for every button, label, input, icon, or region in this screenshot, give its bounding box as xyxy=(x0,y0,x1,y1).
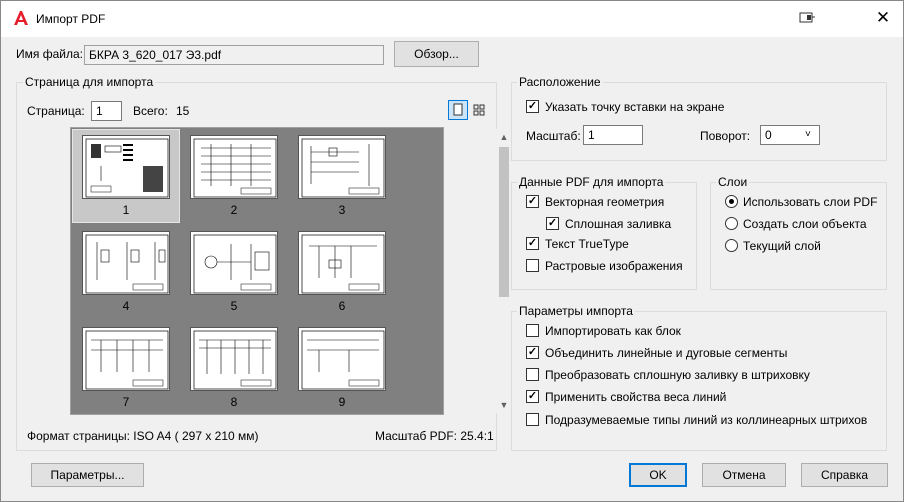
page-thumbnail[interactable] xyxy=(190,327,278,391)
thumbnail-number: 2 xyxy=(230,203,238,217)
rotation-select[interactable]: 0 ˅ xyxy=(760,125,820,145)
page-group-title: Страница для импорта xyxy=(23,75,156,89)
rotation-label: Поворот: xyxy=(700,129,751,143)
page-label: Страница: xyxy=(27,104,85,118)
grid-view-button[interactable] xyxy=(469,100,489,120)
window-pin-icon[interactable] xyxy=(799,12,815,24)
lineweight-checkbox[interactable]: ✓ xyxy=(526,390,539,403)
window-title: Импорт PDF xyxy=(36,12,106,26)
browse-button[interactable]: Обзор... xyxy=(394,41,479,67)
rotation-value: 0 xyxy=(765,128,772,142)
use-pdf-layers-radio[interactable] xyxy=(725,195,738,208)
thumbnail-number: 9 xyxy=(338,395,346,409)
grid-view-icon xyxy=(473,104,485,116)
create-object-layers-label: Создать слои объекта xyxy=(743,217,867,231)
scale-label: Масштаб: xyxy=(526,129,581,143)
thumbnail-scrollbar[interactable]: ▲ ▼ xyxy=(496,129,512,413)
current-layer-label: Текущий слой xyxy=(743,239,821,253)
page-thumbnail[interactable] xyxy=(298,135,386,199)
total-label: Всего: xyxy=(133,104,168,118)
ok-button[interactable]: OK xyxy=(629,463,687,487)
scroll-down-icon[interactable]: ▼ xyxy=(499,400,509,410)
truetype-checkbox[interactable]: ✓ xyxy=(526,237,539,250)
thumbnail-number: 8 xyxy=(230,395,238,409)
help-button[interactable]: Справка xyxy=(801,463,888,487)
vector-geometry-label: Векторная геометрия xyxy=(545,195,665,209)
thumbnail-number: 5 xyxy=(230,299,238,313)
scroll-up-icon[interactable]: ▲ xyxy=(499,132,509,142)
convert-fill-label: Преобразовать сплошную заливку в штрихов… xyxy=(545,368,810,382)
page-thumbnail-viewer[interactable]: 1 2 3 4 5 6 7 8 9 ▲ ▼ xyxy=(70,127,512,415)
scale-input[interactable]: 1 xyxy=(583,125,643,145)
page-thumbnail[interactable] xyxy=(190,135,278,199)
file-name-label: Имя файла: xyxy=(16,47,83,61)
solid-fill-label: Сплошная заливка xyxy=(565,217,672,231)
page-format-text: Формат страницы: ISO A4 ( 297 x 210 мм) xyxy=(27,429,259,443)
thumbnail-number: 3 xyxy=(338,203,346,217)
title-bar: Импорт PDF ✕ xyxy=(1,1,903,37)
insert-point-checkbox[interactable]: ✓ xyxy=(526,100,539,113)
import-pdf-dialog: Импорт PDF ✕ Имя файла: БКРА 3_620_017 Э… xyxy=(0,0,904,502)
thumbnail-number: 4 xyxy=(122,299,130,313)
raster-images-label: Растровые изображения xyxy=(545,259,683,273)
use-pdf-layers-label: Использовать слои PDF xyxy=(743,195,878,209)
join-segments-label: Объединить линейные и дуговые сегменты xyxy=(545,346,788,360)
vector-geometry-checkbox[interactable]: ✓ xyxy=(526,195,539,208)
join-segments-checkbox[interactable]: ✓ xyxy=(526,346,539,359)
thumbnail-number: 7 xyxy=(122,395,130,409)
page-thumbnail[interactable] xyxy=(190,231,278,295)
create-object-layers-radio[interactable] xyxy=(725,217,738,230)
page-thumbnail[interactable] xyxy=(298,327,386,391)
settings-button[interactable]: Параметры... xyxy=(31,463,144,487)
single-page-icon xyxy=(453,103,463,116)
close-icon[interactable]: ✕ xyxy=(875,9,891,26)
linetypes-label: Подразумеваемые типы линий из коллинеарн… xyxy=(545,413,868,427)
page-thumbnail[interactable] xyxy=(82,231,170,295)
import-as-block-label: Импортировать как блок xyxy=(545,324,681,338)
import-params-group-title: Параметры импорта xyxy=(517,304,635,318)
autocad-logo-icon xyxy=(13,10,29,26)
pdf-data-group-title: Данные PDF для импорта xyxy=(517,175,666,189)
location-group-title: Расположение xyxy=(517,75,603,89)
page-input[interactable]: 1 xyxy=(91,101,122,121)
linetypes-checkbox[interactable] xyxy=(526,413,539,426)
solid-fill-checkbox[interactable]: ✓ xyxy=(546,217,559,230)
lineweight-label: Применить свойства веса линий xyxy=(545,390,727,404)
page-thumbnail[interactable] xyxy=(82,135,170,199)
current-layer-radio[interactable] xyxy=(725,239,738,252)
thumbnail-number: 6 xyxy=(338,299,346,313)
total-value: 15 xyxy=(176,104,190,118)
import-as-block-checkbox[interactable] xyxy=(526,324,539,337)
page-thumbnail[interactable] xyxy=(82,327,170,391)
file-name-field: БКРА 3_620_017 Э3.pdf xyxy=(84,45,384,65)
single-page-view-button[interactable] xyxy=(448,100,468,120)
layers-group-title: Слои xyxy=(716,175,750,189)
cancel-button[interactable]: Отмена xyxy=(702,463,786,487)
page-thumbnail[interactable] xyxy=(298,231,386,295)
pdf-scale-text: Масштаб PDF: 25.4:1 xyxy=(375,429,494,443)
insert-point-label: Указать точку вставки на экране xyxy=(545,100,725,114)
thumbnail-number: 1 xyxy=(122,203,130,217)
scrollbar-thumb[interactable] xyxy=(499,147,509,297)
raster-images-checkbox[interactable] xyxy=(526,259,539,272)
chevron-down-icon: ˅ xyxy=(805,129,811,140)
convert-fill-checkbox[interactable] xyxy=(526,368,539,381)
truetype-label: Текст TrueType xyxy=(545,237,629,251)
location-group xyxy=(511,82,887,161)
